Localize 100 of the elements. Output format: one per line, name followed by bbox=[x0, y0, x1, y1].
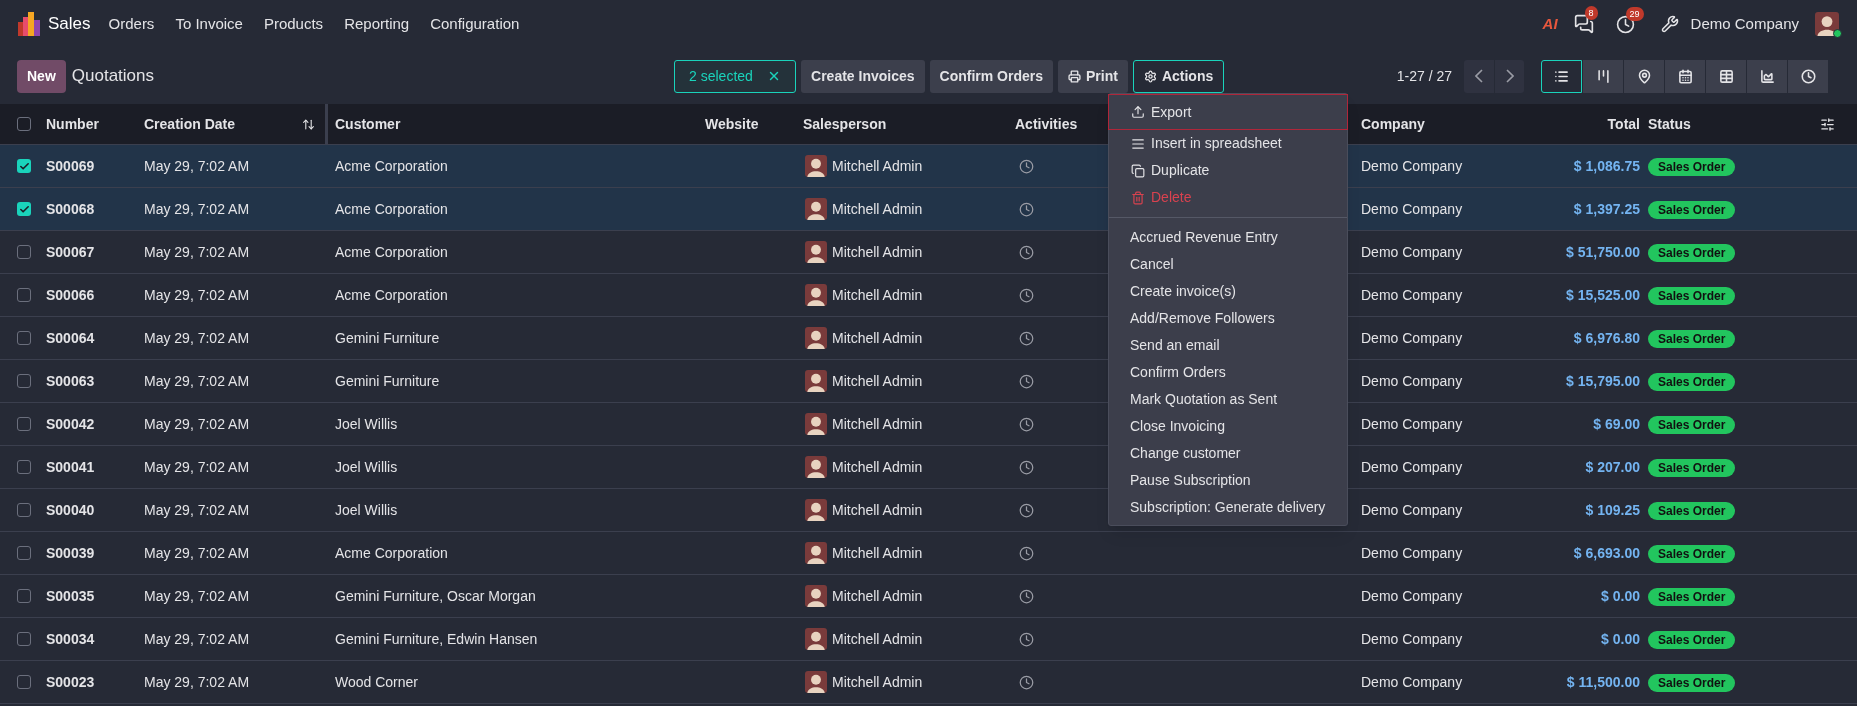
column-header[interactable]: Salesperson bbox=[803, 113, 1015, 135]
clock-icon[interactable] bbox=[1019, 244, 1034, 260]
view-switch-button[interactable] bbox=[1541, 59, 1582, 93]
checkbox[interactable] bbox=[17, 117, 31, 131]
map-pin-icon bbox=[1636, 68, 1652, 84]
clock-icon[interactable] bbox=[1019, 459, 1034, 475]
checkbox[interactable] bbox=[17, 632, 31, 646]
company-switcher[interactable]: Demo Company bbox=[1690, 12, 1799, 36]
chevron-right-icon bbox=[1505, 69, 1514, 83]
table-cell-text: Mitchell Admin bbox=[832, 328, 923, 348]
previous-button[interactable] bbox=[1464, 59, 1494, 93]
menu-item[interactable]: Duplicate bbox=[1109, 157, 1347, 184]
column-settings-icon[interactable] bbox=[1820, 116, 1835, 132]
next-button[interactable] bbox=[1494, 59, 1524, 93]
print-button[interactable]: Print bbox=[1058, 59, 1128, 93]
checkbox[interactable] bbox=[17, 417, 31, 431]
avatar-icon bbox=[805, 413, 827, 435]
table-cell: Gemini Furniture, Edwin Hansen bbox=[335, 630, 538, 647]
clock-icon[interactable] bbox=[1019, 373, 1034, 389]
avatar-icon bbox=[805, 370, 827, 392]
table-cell-text: $ 69.00 bbox=[1593, 414, 1640, 434]
view-switch-button[interactable] bbox=[1582, 59, 1623, 93]
table-cell: Demo Company bbox=[1361, 458, 1463, 475]
selection-chip[interactable]: 2 selected bbox=[674, 59, 797, 93]
menu-item[interactable]: Configuration bbox=[430, 12, 520, 36]
toolbar-button[interactable]: Create Invoices bbox=[801, 59, 925, 93]
clock-icon[interactable] bbox=[1019, 631, 1034, 647]
view-switch-button[interactable] bbox=[1623, 59, 1664, 93]
checkbox[interactable] bbox=[17, 159, 31, 173]
menu-item[interactable]: Cancel bbox=[1109, 251, 1347, 278]
table-cell-text: S00034 bbox=[46, 629, 96, 649]
avatar-icon bbox=[805, 671, 827, 693]
menu-item[interactable]: Export bbox=[1108, 94, 1348, 130]
menu-item[interactable]: Products bbox=[263, 12, 324, 36]
gear-icon bbox=[1143, 69, 1157, 83]
clock-icon[interactable] bbox=[1019, 545, 1034, 561]
view-switch-button[interactable] bbox=[1787, 59, 1828, 93]
column-header[interactable]: Status bbox=[1648, 113, 1820, 135]
menu-item[interactable]: Orders bbox=[108, 12, 155, 36]
menu-item[interactable]: Reporting bbox=[344, 12, 410, 36]
menu-item[interactable]: Send an email bbox=[1109, 332, 1347, 359]
app-name[interactable]: Sales bbox=[48, 11, 91, 37]
menu-item[interactable]: Accrued Revenue Entry bbox=[1109, 224, 1347, 251]
table-cell: Demo Company bbox=[1361, 329, 1463, 346]
table-cell: May 29, 7:02 AM bbox=[144, 501, 250, 518]
checkbox[interactable] bbox=[17, 288, 31, 302]
column-header[interactable]: Creation Date bbox=[144, 113, 236, 135]
clock-icon[interactable] bbox=[1019, 287, 1034, 303]
table-cell-text: Mitchell Admin bbox=[832, 242, 923, 262]
menu-item[interactable]: Subscription: Generate delivery bbox=[1109, 494, 1347, 521]
avatar-icon bbox=[805, 284, 827, 306]
menu-item[interactable]: Insert in spreadsheet bbox=[1109, 130, 1347, 157]
checkbox[interactable] bbox=[17, 245, 31, 259]
clock-icon[interactable] bbox=[1019, 416, 1034, 432]
menu-item[interactable]: Add/Remove Followers bbox=[1109, 305, 1347, 332]
column-header[interactable]: Company bbox=[1361, 113, 1560, 135]
checkbox[interactable] bbox=[17, 546, 31, 560]
checkbox[interactable] bbox=[17, 374, 31, 388]
menu-item[interactable]: Mark Quotation as Sent bbox=[1109, 386, 1347, 413]
view-switch-button[interactable] bbox=[1705, 59, 1746, 93]
new-button[interactable]: New bbox=[17, 59, 66, 93]
table-cell: May 29, 7:02 AM bbox=[144, 458, 250, 475]
ai-icon[interactable]: AI bbox=[1542, 12, 1558, 36]
checkbox[interactable] bbox=[17, 503, 31, 517]
clock-icon[interactable] bbox=[1019, 201, 1034, 217]
menu-item[interactable]: Confirm Orders bbox=[1109, 359, 1347, 386]
checkbox[interactable] bbox=[17, 589, 31, 603]
toolbar-button[interactable]: Confirm Orders bbox=[929, 59, 1053, 93]
checkbox[interactable] bbox=[17, 460, 31, 474]
table-cell-text: $ 15,795.00 bbox=[1566, 371, 1640, 391]
table-cell-text: S00064 bbox=[46, 328, 96, 348]
tools-icon[interactable] bbox=[1660, 15, 1679, 33]
table-cell-text: $ 6,693.00 bbox=[1573, 543, 1640, 563]
sort-icon[interactable] bbox=[302, 117, 315, 131]
clock-icon[interactable] bbox=[1019, 330, 1034, 346]
checkbox[interactable] bbox=[17, 675, 31, 689]
menu-item[interactable]: Pause Subscription bbox=[1109, 467, 1347, 494]
checkbox[interactable] bbox=[17, 331, 31, 345]
checkbox[interactable] bbox=[17, 202, 31, 216]
menu-item[interactable]: Change customer bbox=[1109, 440, 1347, 467]
menu-item[interactable]: To Invoice bbox=[175, 12, 243, 36]
menu-item[interactable]: Close Invoicing bbox=[1109, 413, 1347, 440]
clock-icon[interactable] bbox=[1019, 502, 1034, 518]
view-switch-button[interactable] bbox=[1664, 59, 1705, 93]
table-cell-text: $ 51,750.00 bbox=[1566, 242, 1640, 262]
column-header[interactable]: Number bbox=[46, 113, 144, 135]
status-badge: Sales Order bbox=[1648, 673, 1736, 692]
column-header[interactable]: Website bbox=[705, 113, 803, 135]
menu-item[interactable]: Create invoice(s) bbox=[1109, 278, 1347, 305]
table-cell: Acme Corporation bbox=[335, 243, 448, 260]
status-badge: Sales Order bbox=[1648, 415, 1736, 434]
actions-button[interactable]: Actions bbox=[1132, 59, 1225, 93]
table-cell: May 29, 7:02 AM bbox=[144, 372, 250, 389]
pager-value: 1-27 / 27 bbox=[1396, 66, 1452, 86]
clock-icon[interactable] bbox=[1019, 674, 1034, 690]
column-header[interactable]: Total bbox=[1560, 113, 1640, 135]
chat-icon[interactable] bbox=[1573, 14, 1594, 34]
clock-icon[interactable] bbox=[1019, 158, 1034, 174]
view-switch-button[interactable] bbox=[1746, 59, 1787, 93]
clock-icon[interactable] bbox=[1019, 588, 1034, 604]
